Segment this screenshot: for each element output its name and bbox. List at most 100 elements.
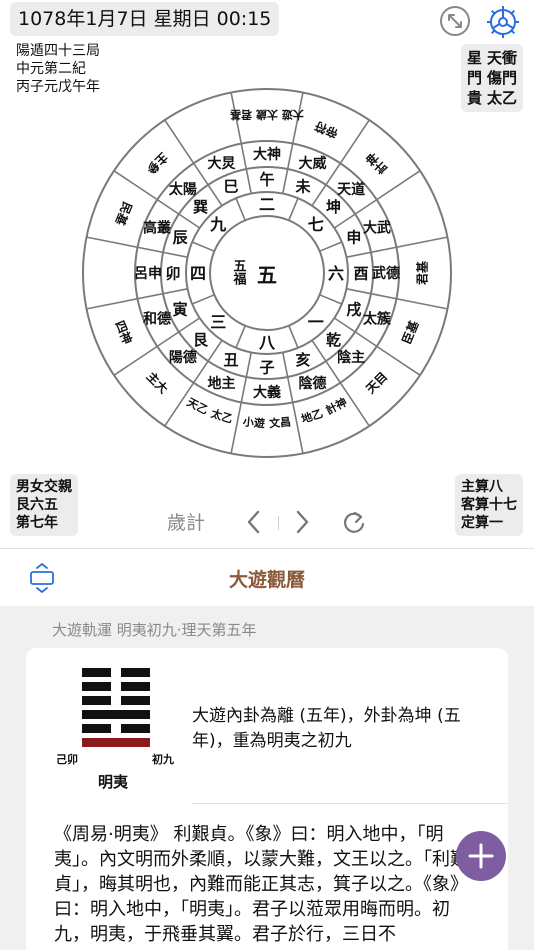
info-line: 太乙 [486, 89, 517, 107]
chevron-left-icon [247, 510, 260, 534]
expand-button[interactable] [438, 4, 472, 42]
center-left-label: 五福 [231, 259, 248, 286]
outer-ring-label: 地乙 [299, 406, 324, 426]
inner-ring-number: 一 [308, 313, 324, 332]
chart-spoke [191, 241, 215, 252]
inner-ring-number: 二 [259, 195, 275, 214]
method-label[interactable]: 歲計 [167, 508, 205, 535]
info-line: 陽遁四十三局 [16, 43, 100, 59]
chart-spoke [333, 170, 421, 229]
deity-label: 武德 [372, 265, 400, 282]
chart-spoke [319, 241, 343, 252]
hexagram-left-label: 己卯 [56, 753, 78, 766]
chart-spoke [235, 197, 246, 221]
branch-label: 乾 [326, 331, 341, 349]
branch-label: 申 [346, 228, 361, 246]
branch-label: 坤 [326, 198, 341, 216]
outer-ring-label: 主大 [144, 369, 172, 397]
inner-ring-number: 三 [210, 313, 226, 332]
outer-ring-label: 文昌 [269, 414, 292, 430]
outer-ring-label: 君基 [414, 260, 429, 286]
content-area: 大遊軌運 明夷初九·理天第五年 己卯 初九 明夷 大遊內卦為離 (五年)，外卦為… [0, 606, 534, 950]
hexagram-icon [82, 668, 150, 747]
taiyi-circular-chart[interactable]: 一八 三 四 九 二七六子 丑艮寅卯辰巽巳 午 未坤申酉戌乾亥大義 地主陽德 和德 呂申 高叢 太陽大炅… [80, 86, 454, 460]
branch-label: 未 [294, 178, 311, 196]
outer-ring-label: 大遊 太歲 君基 [229, 108, 304, 122]
control-separator [278, 516, 279, 530]
deity-label: 陽德 [169, 349, 197, 366]
deity-label: 大威 [299, 155, 327, 172]
branch-label: 丑 [224, 351, 239, 369]
info-line: 男女交親 [16, 479, 72, 495]
deity-label: 高叢 [143, 220, 171, 237]
branch-label: 戌 [346, 300, 361, 318]
info-line: 天衝 [486, 49, 517, 67]
deity-label: 太簇 [363, 311, 392, 328]
deity-label: 太陽 [169, 181, 197, 198]
next-button[interactable] [294, 508, 310, 540]
settings-button[interactable] [485, 4, 521, 44]
deity-label: 和德 [143, 311, 171, 328]
date-time-label[interactable]: 1078年1月7日 星期日 00:15 [10, 2, 280, 36]
deity-label: 陰主 [337, 349, 365, 366]
branch-label: 卯 [165, 264, 180, 282]
outer-ring-label: 民基 [112, 200, 135, 229]
hexagram-right-label: 初九 [152, 753, 174, 766]
outer-ring-label: 天目 [363, 369, 390, 396]
branch-label: 子 [259, 358, 274, 376]
previous-button[interactable] [246, 508, 262, 540]
outer-ring-label: 計神 [323, 395, 349, 418]
branch-label: 巽 [193, 198, 208, 216]
inner-ring-number: 九 [209, 215, 226, 234]
hexagram-name: 明夷 [98, 773, 129, 791]
deity-label: 地主 [207, 375, 235, 392]
chart-spoke [288, 325, 299, 349]
chevron-right-icon [296, 510, 309, 534]
outer-ring-label: 帝符 [312, 118, 340, 141]
inner-ring-number: 八 [258, 333, 276, 352]
expand-icon [440, 6, 470, 36]
section-title: 大遊觀曆 [228, 569, 305, 591]
inner-ring-number: 七 [308, 215, 324, 234]
chart-spoke [235, 325, 246, 349]
chart-spoke [319, 294, 343, 305]
divider [192, 803, 508, 804]
outer-ring-label: 四神 [112, 318, 135, 346]
section-header: 大遊觀曆 [0, 549, 534, 606]
plus-icon [468, 843, 494, 869]
deity-label: 大神 [253, 146, 281, 163]
branch-label: 午 [259, 170, 274, 188]
deity-label: 大義 [253, 384, 281, 401]
deity-label: 陰德 [299, 375, 327, 392]
outer-ring-label: 主參 [143, 150, 171, 178]
deity-label: 天道 [337, 181, 365, 198]
branch-label: 艮 [193, 331, 209, 349]
branch-label: 辰 [173, 228, 189, 246]
info-line: 貴 [466, 89, 482, 107]
gear-icon [487, 6, 519, 38]
hexagram-body-text: 《周易·明夷》 利艱貞。《象》曰：明入地中，「明夷」。內文明而外柔順，以蒙大難，… [54, 824, 468, 945]
refresh-icon [343, 511, 365, 533]
refresh-button[interactable] [341, 508, 367, 540]
branch-label: 寅 [173, 300, 188, 318]
control-row: 歲計 [0, 504, 534, 538]
center-number: 五 [257, 263, 277, 287]
info-line: 傷門 [486, 69, 517, 87]
info-line: 星 [466, 49, 482, 67]
hexagram-card: 己卯 初九 明夷 大遊內卦為離 (五年)，外卦為坤 (五年)，重為明夷之初九 《… [26, 648, 508, 950]
info-line: 中元第二紀 [16, 61, 86, 77]
info-line: 主算八 [461, 479, 503, 495]
branch-label: 巳 [224, 178, 239, 196]
info-line: 門 [466, 69, 482, 87]
add-button[interactable] [456, 831, 506, 881]
chart-spoke [288, 197, 299, 221]
deity-label: 大武 [363, 220, 391, 237]
branch-label: 酉 [353, 264, 368, 282]
hexagram-summary: 大遊內卦為離 (五年)，外卦為坤 (五年)，重為明夷之初九 [192, 706, 461, 751]
inner-ring-number: 四 [190, 264, 206, 283]
top-right-info[interactable]: 星 門 貴 天衝 傷門 太乙 [460, 44, 523, 112]
outer-ring-label: 太乙 [208, 406, 234, 426]
outer-ring-label: 小遊 [241, 414, 265, 430]
inner-ring-number: 六 [328, 264, 344, 283]
outer-ring-label: 臣基 [399, 317, 422, 346]
